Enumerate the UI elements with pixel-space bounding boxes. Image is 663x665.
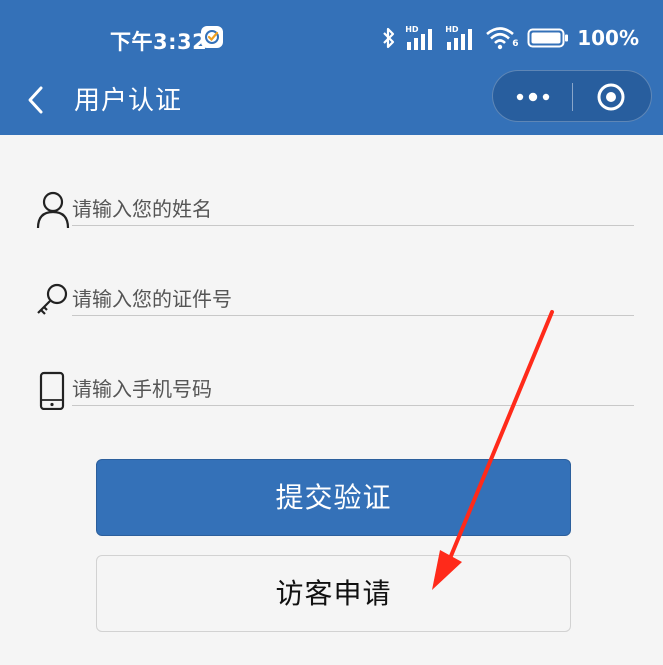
phone-icon	[39, 371, 65, 410]
wifi-sub-label: 6	[512, 39, 519, 49]
name-input[interactable]	[72, 192, 634, 226]
annotation-arrow-icon	[432, 310, 554, 590]
more-dots-icon[interactable]	[511, 84, 555, 110]
task-app-icon	[201, 26, 223, 48]
signal-1-icon: HD	[405, 25, 437, 51]
name-field	[36, 184, 634, 234]
close-target-icon[interactable]	[596, 82, 626, 112]
status-bar: 下午3:32 HD HD 6 100%	[0, 0, 663, 70]
status-time: 下午3:32	[110, 30, 208, 54]
bluetooth-icon	[383, 27, 395, 49]
signal-2-icon: HD	[445, 25, 477, 51]
capsule-divider	[572, 83, 573, 111]
mini-program-capsule	[492, 70, 652, 122]
battery-icon	[527, 28, 569, 48]
key-icon	[37, 283, 68, 315]
back-arrow-icon[interactable]	[22, 82, 52, 118]
status-icons: HD HD 6 100%	[381, 24, 639, 52]
user-icon	[36, 191, 70, 229]
nav-bar: 用户认证	[0, 70, 663, 130]
battery-percentage: 100%	[577, 26, 639, 50]
header: 下午3:32 HD HD 6 100% 用户认证	[0, 0, 663, 135]
wifi-icon: 6	[485, 25, 519, 51]
page-title: 用户认证	[74, 86, 183, 116]
